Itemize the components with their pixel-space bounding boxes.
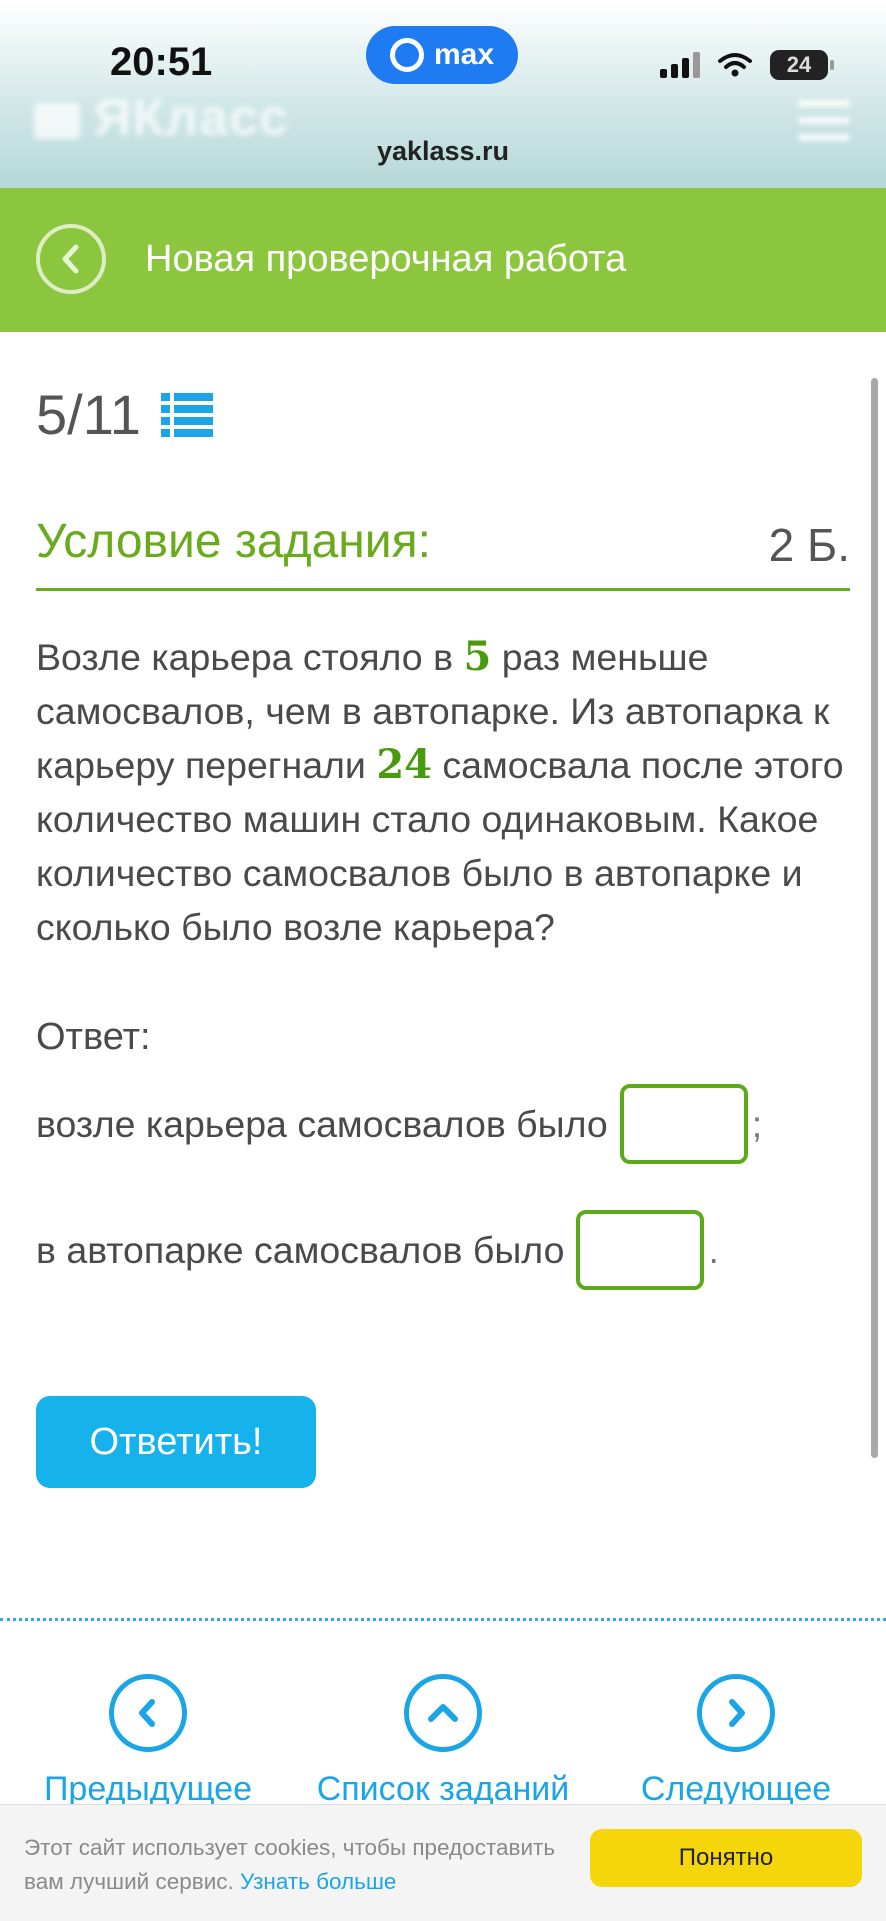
answer-row-quarry: возле карьера самосвалов было ;	[36, 1084, 762, 1164]
task-number: 5	[463, 633, 492, 680]
task-counter-label: 5/11	[36, 383, 141, 446]
chevron-left-icon	[62, 244, 79, 274]
task-statement: Возле карьера стояло в 5 раз меньше само…	[36, 630, 856, 954]
quarry-answer-input[interactable]	[619, 1084, 748, 1164]
cookie-banner: Этот сайт использует cookies, чтобы пред…	[0, 1804, 886, 1921]
chevron-left-icon	[109, 1674, 187, 1752]
answer-row-label: возле карьера самосвалов было	[36, 1102, 608, 1145]
answer-label: Ответ:	[36, 1016, 151, 1058]
previous-task-button[interactable]: Предыдущее	[18, 1674, 278, 1809]
task-counter: 5/11	[36, 382, 213, 447]
max-logo-icon	[389, 38, 424, 72]
browser-top-area: ЯКласс 20:51 max 24 yaklass.ru	[0, 0, 886, 188]
back-button[interactable]	[36, 224, 106, 294]
section-title: Условие задания:	[36, 515, 431, 568]
task-text-part: Возле карьера стояло в	[36, 636, 464, 678]
task-list-icon[interactable]	[160, 391, 213, 439]
dotted-divider	[0, 1618, 886, 1621]
messenger-label: max	[433, 38, 495, 71]
messenger-pill[interactable]: max	[366, 26, 518, 84]
url-bar[interactable]: yaklass.ru	[0, 136, 886, 167]
status-icons: 24	[660, 50, 834, 80]
points-badge: 2 Б.	[768, 519, 850, 571]
page-title: Новая проверочная работа	[145, 238, 627, 280]
battery-icon: 24	[770, 50, 834, 80]
cellular-signal-icon	[660, 52, 700, 78]
submit-button[interactable]: Ответить!	[36, 1396, 316, 1488]
answer-row-depot: в автопарке самосвалов было .	[36, 1210, 719, 1290]
chevron-up-icon	[404, 1674, 482, 1752]
scrollbar[interactable]	[871, 378, 878, 1458]
task-number: 24	[376, 741, 432, 788]
status-time: 20:51	[110, 40, 213, 84]
page-header: Новая проверочная работа	[0, 188, 886, 332]
learn-more-link[interactable]: Узнать больше	[240, 1869, 396, 1894]
section-divider	[36, 588, 850, 591]
cookie-text: Этот сайт использует cookies, чтобы пред…	[24, 1831, 584, 1899]
task-list-button[interactable]: Список заданий	[313, 1674, 573, 1809]
wifi-icon	[718, 53, 752, 77]
depot-answer-input[interactable]	[576, 1210, 705, 1290]
answer-row-label: в автопарке самосвалов было	[36, 1228, 565, 1271]
punctuation: .	[708, 1228, 719, 1271]
chevron-right-icon	[697, 1674, 775, 1752]
next-task-button[interactable]: Следующее	[606, 1674, 866, 1809]
cookie-accept-button[interactable]: Понятно	[590, 1829, 862, 1887]
punctuation: ;	[751, 1102, 763, 1145]
